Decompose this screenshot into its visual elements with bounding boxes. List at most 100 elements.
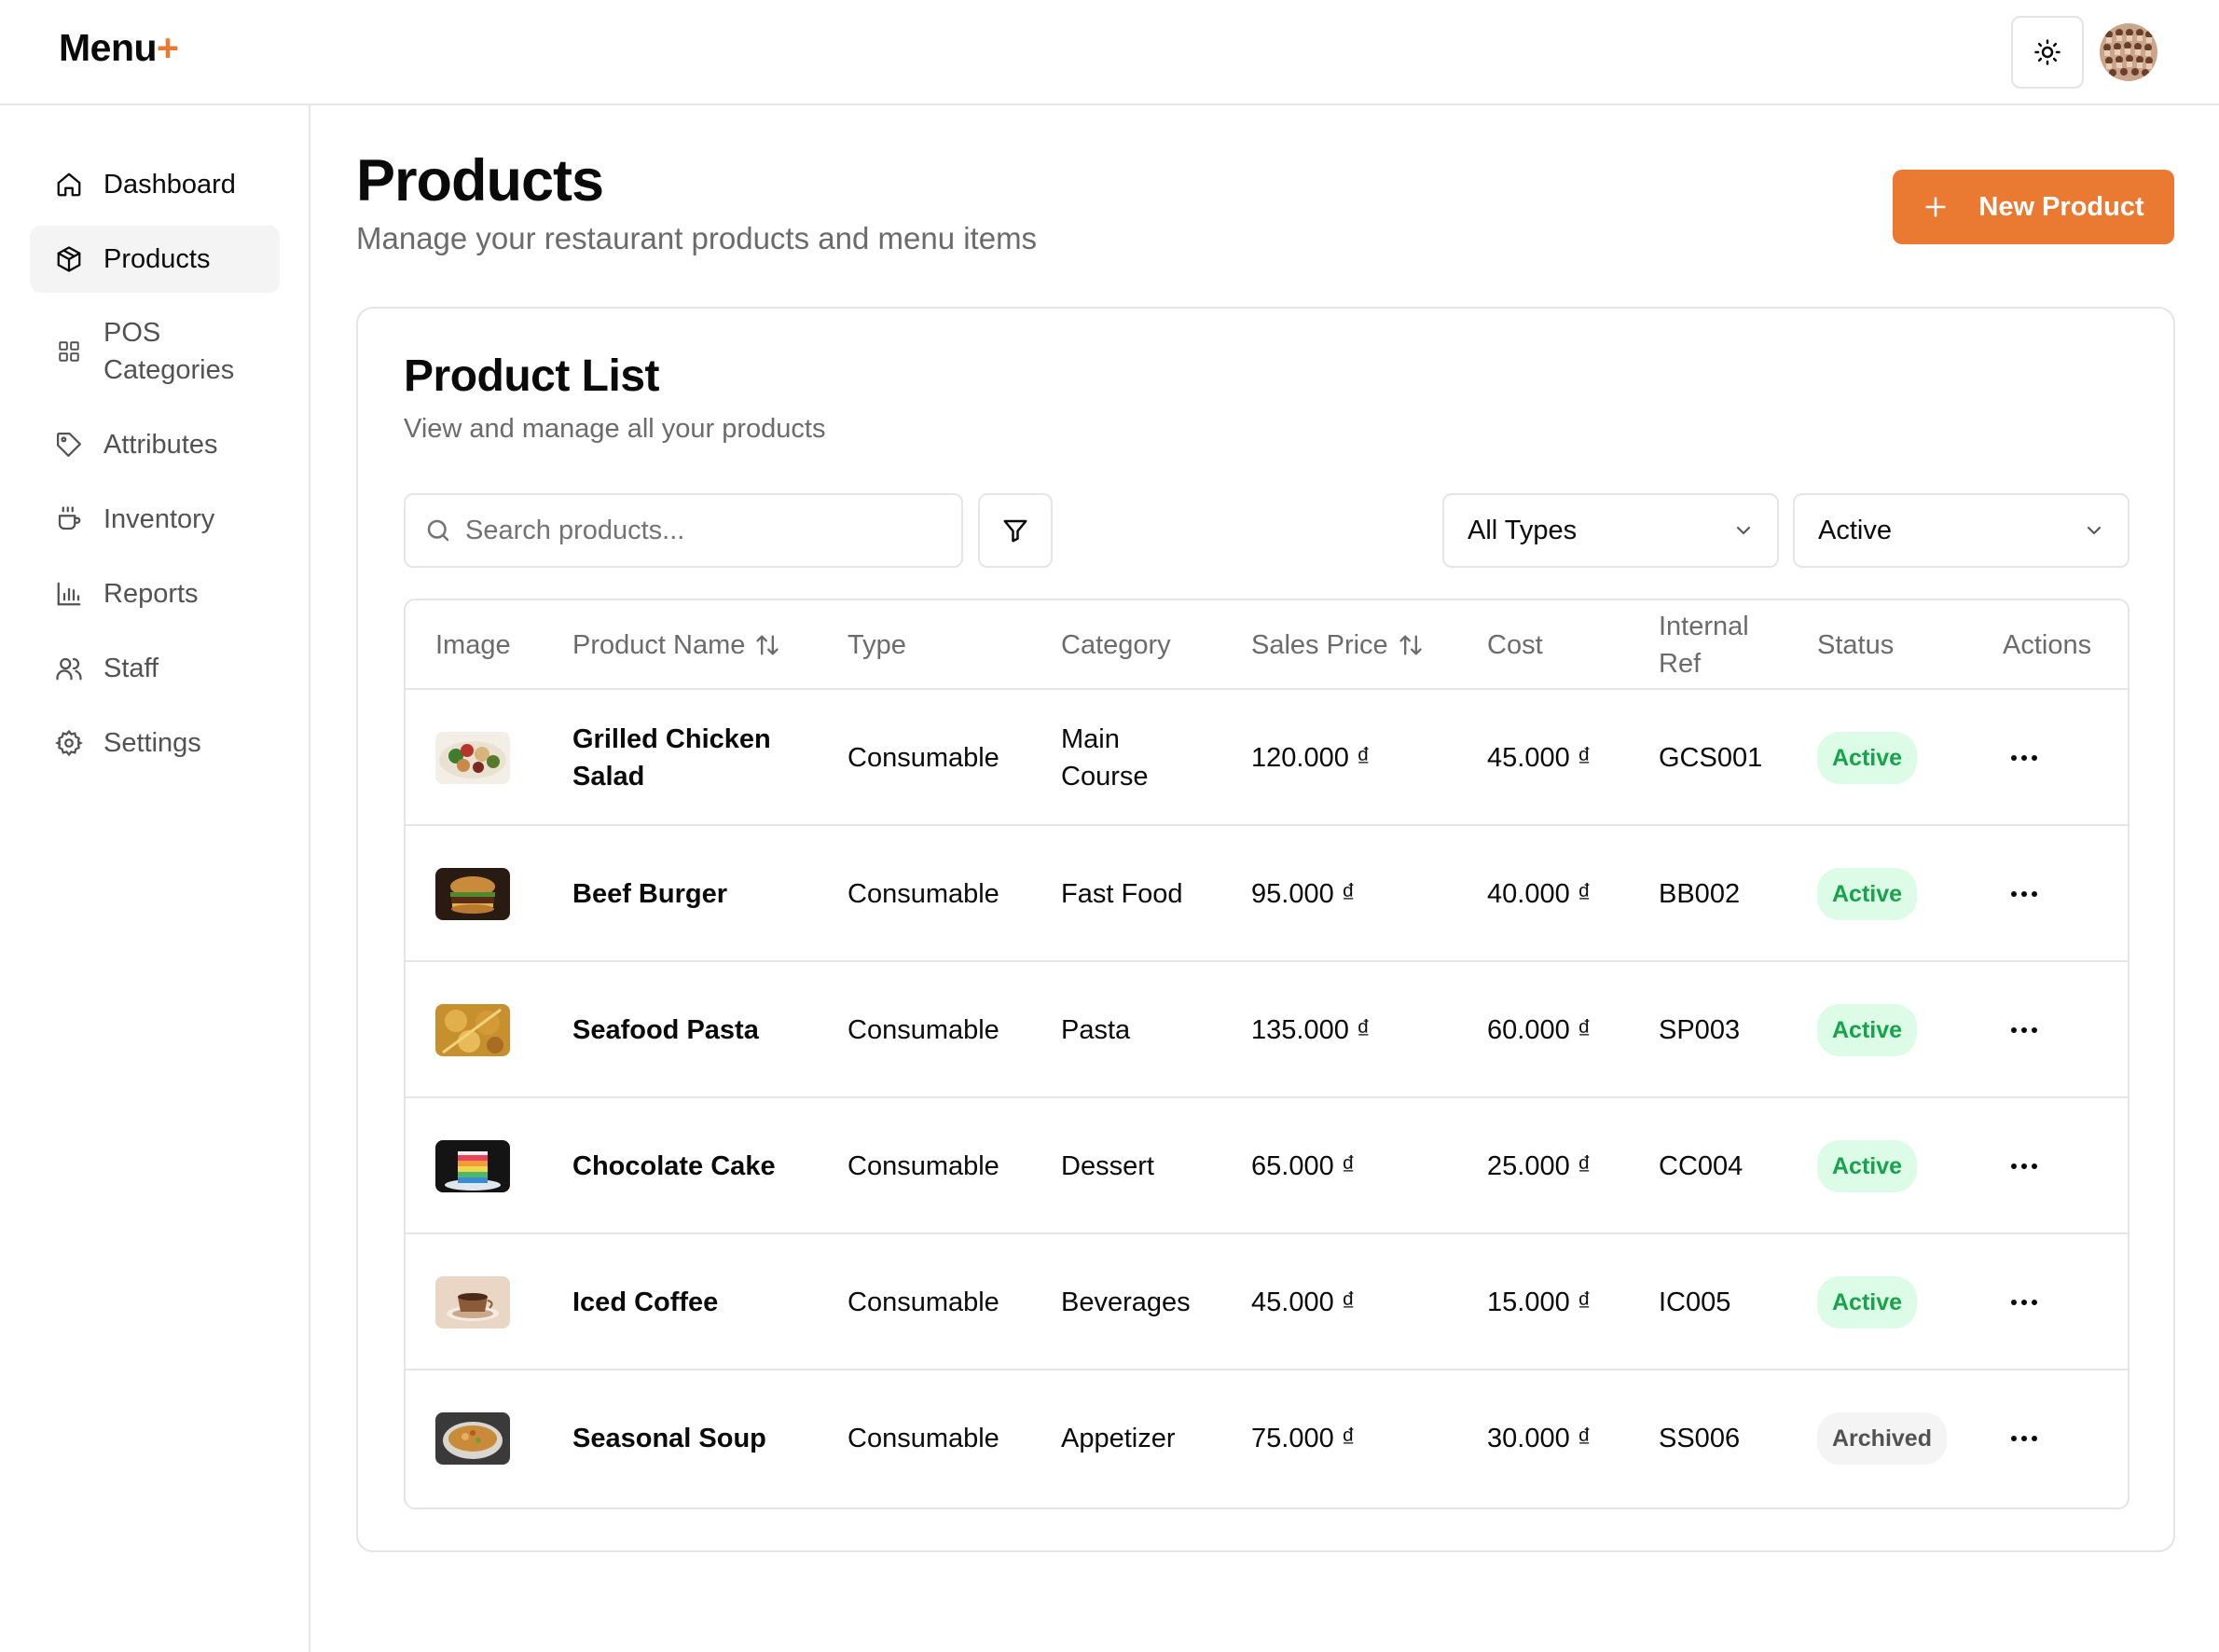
sidebar-item-pos-categories[interactable]: POS Categories	[30, 305, 280, 398]
grid-icon	[53, 336, 85, 367]
column-cost: Cost	[1487, 630, 1543, 660]
product-ref-cell: SS006	[1659, 1370, 1740, 1507]
product-name-cell[interactable]: Iced Coffee	[572, 1234, 796, 1370]
filter-icon	[1003, 519, 1027, 543]
product-image-cell	[435, 690, 510, 826]
search-input[interactable]	[465, 515, 950, 546]
product-actions-cell	[2011, 1098, 2037, 1234]
product-name-cell[interactable]: Chocolate Cake	[572, 1098, 796, 1234]
product-price-cell: 45.000 ₫	[1251, 1234, 1356, 1370]
product-ref-cell: SP003	[1659, 962, 1740, 1098]
cell-text: IC005	[1659, 1287, 1731, 1317]
cell-text: 120.000 ₫	[1251, 743, 1371, 773]
sidebar-item-inventory[interactable]: Inventory	[30, 486, 280, 553]
product-ref-cell: GCS001	[1659, 690, 1762, 826]
product-ref-cell: IC005	[1659, 1234, 1730, 1370]
table-row[interactable]: Beef Burger Consumable Fast Food 95.000 ₫ 40…	[406, 826, 2128, 962]
more-options-icon[interactable]	[2011, 755, 2037, 761]
cell-text: Consumable	[848, 1424, 999, 1453]
more-options-icon[interactable]	[2011, 1027, 2037, 1033]
more-options-icon[interactable]	[2011, 1300, 2037, 1305]
type-select[interactable]: All Types	[1442, 493, 1779, 568]
product-cost-cell: 60.000 ₫	[1487, 962, 1592, 1098]
sidebar-item-settings[interactable]: Settings	[30, 709, 280, 777]
cell-text: Consumable	[848, 1151, 999, 1181]
sidebar-item-label: Inventory	[103, 503, 215, 534]
product-image-cell	[435, 1234, 510, 1370]
product-type-cell: Consumable	[848, 690, 999, 826]
sort-icon[interactable]	[1398, 632, 1424, 658]
product-status-cell: Active	[1817, 1098, 1918, 1234]
pasta-image	[435, 1004, 510, 1056]
product-actions-cell	[2011, 826, 2037, 962]
product-actions-cell	[2011, 690, 2037, 826]
bar-chart-icon	[53, 578, 85, 610]
new-product-label: New Product	[1978, 191, 2144, 222]
cell-text: Seasonal Soup	[572, 1424, 766, 1453]
product-type-cell: Consumable	[848, 1370, 999, 1507]
table-row[interactable]: Seafood Pasta Consumable Pasta 135.000 ₫ 60.…	[406, 962, 2128, 1098]
sort-icon[interactable]	[754, 632, 780, 658]
product-price-cell: 65.000 ₫	[1251, 1098, 1356, 1234]
app-logo[interactable]: Menu+	[59, 26, 179, 70]
product-category-cell: Main Course	[1061, 690, 1201, 826]
cell-text: 60.000 ₫	[1487, 1015, 1592, 1045]
status-badge: Active	[1817, 1140, 1918, 1192]
cell-text: Grilled Chicken Salad	[572, 724, 771, 792]
column-sales-price[interactable]: Sales Price	[1251, 600, 1424, 690]
products-table: Image Product Name Type Category Sales P…	[404, 599, 2129, 1509]
column-product-name[interactable]: Product Name	[572, 600, 780, 690]
product-name-cell[interactable]: Seasonal Soup	[572, 1370, 796, 1507]
cell-text: SS006	[1659, 1424, 1741, 1453]
sidebar-item-staff[interactable]: Staff	[30, 635, 280, 702]
product-type-cell: Consumable	[848, 962, 999, 1098]
filter-button[interactable]	[978, 493, 1053, 568]
cell-text: 30.000 ₫	[1487, 1424, 1592, 1453]
user-avatar[interactable]	[2100, 23, 2157, 81]
product-name-cell[interactable]: Grilled Chicken Salad	[572, 690, 796, 826]
product-actions-cell	[2011, 1234, 2037, 1370]
sidebar-item-label: Staff	[103, 653, 159, 683]
tag-icon	[53, 429, 85, 461]
product-name-cell[interactable]: Beef Burger	[572, 826, 796, 962]
cell-text: Beef Burger	[572, 879, 727, 909]
sidebar-item-attributes[interactable]: Attributes	[30, 411, 280, 478]
salad-image	[435, 732, 510, 784]
sun-icon	[2034, 39, 2060, 65]
cell-text: Consumable	[848, 743, 999, 773]
cell-text: Consumable	[848, 879, 999, 909]
product-actions-cell	[2011, 1370, 2037, 1507]
new-product-button[interactable]: New Product	[1893, 170, 2174, 244]
cake-image	[435, 1140, 510, 1192]
cell-text: BB002	[1659, 879, 1741, 909]
sidebar-item-dashboard[interactable]: Dashboard	[30, 151, 280, 218]
column-image: Image	[435, 630, 511, 660]
product-image-cell	[435, 826, 510, 962]
status-badge: Active	[1817, 1004, 1918, 1056]
soup-image	[435, 1412, 510, 1465]
column-type: Type	[848, 630, 906, 660]
status-select[interactable]: Active	[1793, 493, 2129, 568]
product-name-cell[interactable]: Seafood Pasta	[572, 962, 796, 1098]
more-options-icon[interactable]	[2011, 1163, 2037, 1169]
more-options-icon[interactable]	[2011, 1436, 2037, 1441]
product-image-cell	[435, 962, 510, 1098]
sidebar-item-reports[interactable]: Reports	[30, 560, 280, 627]
cell-text: 65.000 ₫	[1251, 1151, 1356, 1181]
more-options-icon[interactable]	[2011, 891, 2037, 897]
table-row[interactable]: Seasonal Soup Consumable Appetizer 75.000 ₫…	[406, 1370, 2128, 1507]
page-subtitle: Manage your restaurant products and menu…	[356, 221, 1038, 255]
product-price-cell: 120.000 ₫	[1251, 690, 1371, 826]
coffee-image	[435, 1276, 510, 1328]
table-row[interactable]: Chocolate Cake Consumable Dessert 65.000 ₫ 2…	[406, 1098, 2128, 1234]
cell-text: CC004	[1659, 1151, 1744, 1181]
theme-toggle-button[interactable]	[2011, 16, 2084, 89]
table-row[interactable]: Grilled Chicken Salad Consumable Main Cour…	[406, 690, 2128, 826]
sidebar-item-label: Products	[103, 243, 211, 274]
sidebar-item-products[interactable]: Products	[30, 226, 280, 293]
cell-text: GCS001	[1659, 743, 1763, 773]
sidebar-item-label: Attributes	[103, 429, 218, 460]
table-row[interactable]: Iced Coffee Consumable Beverages 45.000 ₫ 15…	[406, 1234, 2128, 1370]
product-type-cell: Consumable	[848, 1234, 999, 1370]
chevron-down-icon	[2088, 527, 2101, 535]
